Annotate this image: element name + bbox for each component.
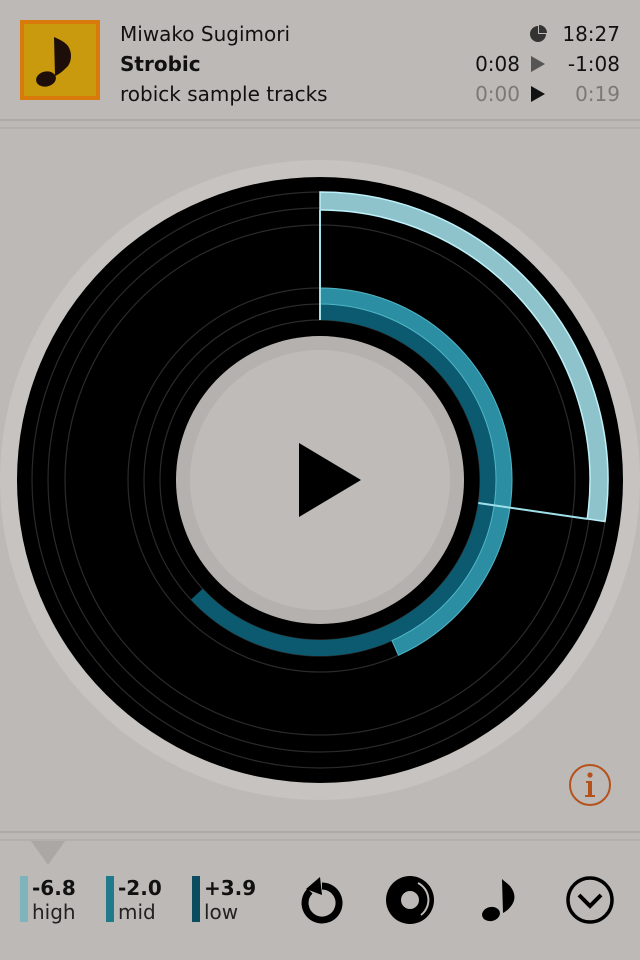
rotate-left-icon (301, 877, 343, 924)
divider (0, 119, 640, 121)
track-title: Strobic (120, 52, 201, 76)
collapse-button[interactable] (564, 874, 616, 926)
track-remaining: -1:08 (567, 52, 620, 76)
pie-clock-icon (520, 25, 556, 43)
play-button[interactable] (298, 443, 362, 521)
info-button[interactable] (568, 763, 612, 807)
track-header: Miwako Sugimori Strobic robick sample tr… (0, 0, 640, 120)
selection-pointer (31, 841, 65, 865)
eq-low-value: +3.9 (204, 876, 257, 900)
loop-remaining: 0:19 (575, 82, 620, 106)
info-icon (569, 764, 611, 806)
eq-low-label: low (204, 900, 239, 924)
loop-elapsed: 0:00 (475, 82, 520, 106)
eq-mid-swatch (106, 876, 114, 922)
eq-high-swatch (20, 876, 28, 922)
track-elapsed: 0:08 (475, 52, 520, 76)
music-note-icon (482, 879, 515, 922)
play-icon (299, 443, 361, 517)
total-time: 18:27 (562, 22, 620, 46)
disc-icon (386, 876, 434, 924)
album-name: robick sample tracks (120, 82, 328, 106)
divider (0, 127, 640, 129)
artist-name: Miwako Sugimori (120, 22, 291, 46)
play-small-icon (520, 86, 556, 102)
music-note-icon (36, 37, 71, 87)
play-small-icon (520, 56, 556, 72)
eq-low-swatch (192, 876, 200, 922)
eq-high-value: -6.8 (32, 876, 76, 900)
chevron-down-circle-icon (566, 876, 614, 924)
eq-mid-label: mid (118, 900, 156, 924)
disc-button[interactable] (384, 874, 436, 926)
eq-high-label: high (32, 900, 76, 924)
divider (0, 831, 640, 833)
eq-mid-value: -2.0 (118, 876, 162, 900)
album-art[interactable] (20, 20, 100, 100)
music-button[interactable] (474, 874, 526, 926)
repeat-button[interactable] (294, 874, 346, 926)
divider (0, 839, 640, 841)
